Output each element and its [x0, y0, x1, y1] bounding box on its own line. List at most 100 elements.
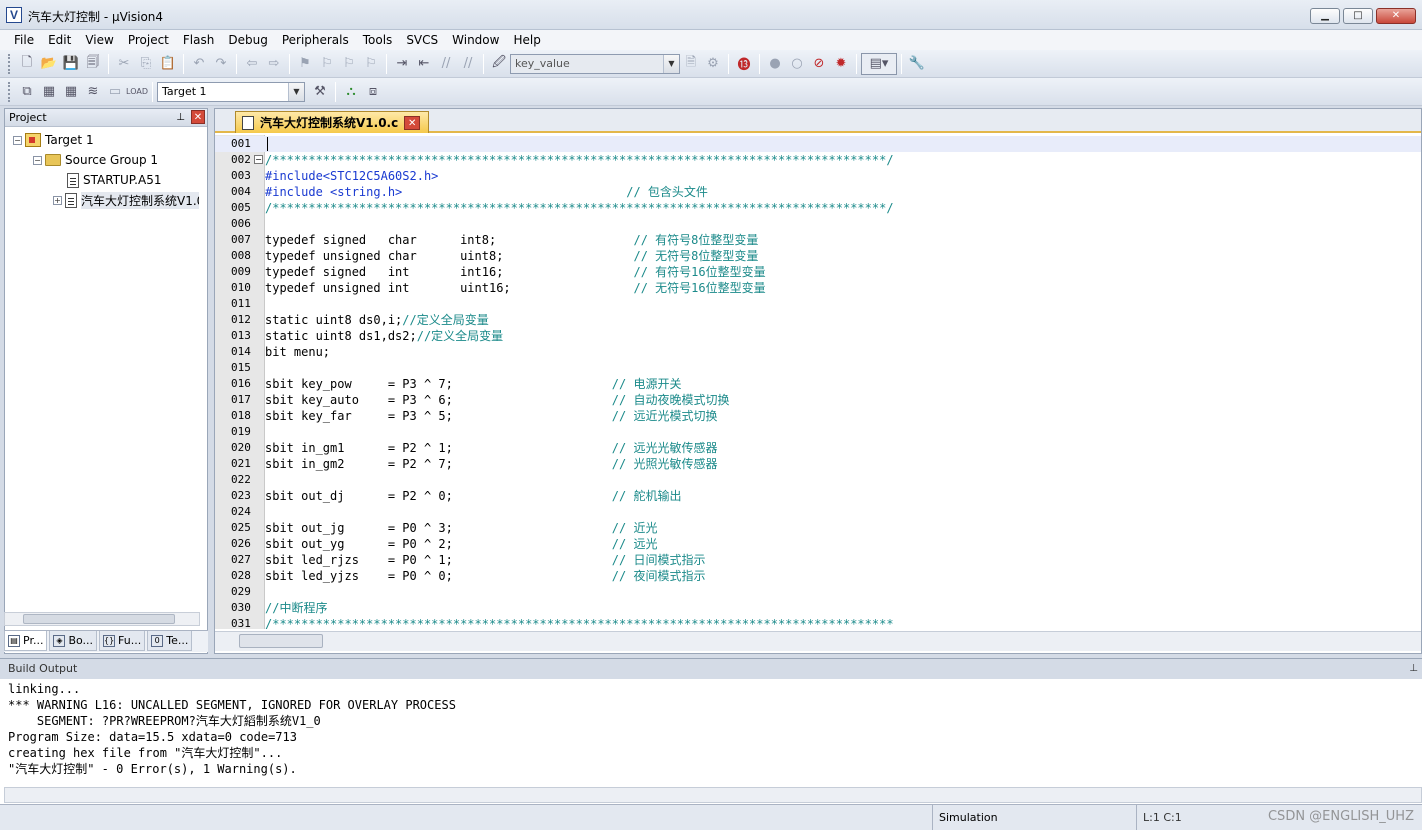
- stop-build-icon[interactable]: ▭: [104, 81, 126, 103]
- tree-file-main[interactable]: + 汽车大灯控制系统V1.0: [53, 191, 199, 209]
- translate-icon[interactable]: ⧉: [16, 81, 38, 103]
- build-output-hscrollbar[interactable]: [4, 787, 1422, 803]
- toolbar-grip[interactable]: [8, 53, 12, 74]
- code-line[interactable]: 026 sbit out_yg = P0 ^ 2; // 远光: [215, 536, 1421, 552]
- menu-project[interactable]: Project: [121, 31, 176, 49]
- batch-build-icon[interactable]: ≋: [82, 81, 104, 103]
- new-file-icon[interactable]: 🗋: [16, 53, 38, 75]
- code-line[interactable]: 004 #include <string.h> // 包含头文件: [215, 184, 1421, 200]
- menu-tools[interactable]: Tools: [356, 31, 400, 49]
- pin-icon[interactable]: ⊥: [176, 109, 185, 126]
- indent-icon[interactable]: ⇥: [391, 53, 413, 75]
- breakpoint-disable-all-icon[interactable]: ⊘: [808, 53, 830, 75]
- manage-components-icon[interactable]: ⛬: [340, 81, 362, 103]
- tab-functions[interactable]: {} Fu...: [99, 631, 146, 651]
- tree-file-startup[interactable]: STARTUP.A51: [67, 171, 161, 189]
- start-debug-icon[interactable]: ⓭: [733, 53, 755, 75]
- code-line[interactable]: 024: [215, 504, 1421, 520]
- collapse-icon[interactable]: −: [33, 155, 42, 165]
- copy-icon[interactable]: ⎘: [135, 53, 157, 75]
- configure-wrench-icon[interactable]: 🔧: [906, 53, 928, 75]
- window-layout-icon[interactable]: ▤▾: [861, 52, 897, 75]
- menu-window[interactable]: Window: [445, 31, 506, 49]
- breakpoint-enable-icon[interactable]: ○: [786, 53, 808, 75]
- clear-bookmarks-icon[interactable]: ⚐: [360, 53, 382, 75]
- build-icon[interactable]: ▦: [38, 81, 60, 103]
- code-line[interactable]: 002 /************************************…: [215, 152, 1421, 168]
- menu-file[interactable]: File: [7, 31, 41, 49]
- code-line[interactable]: 007 typedef signed char int8; // 有符号8位整型变…: [215, 232, 1421, 248]
- breakpoint-kill-all-icon[interactable]: ✹: [830, 53, 852, 75]
- toolbar-grip[interactable]: [8, 81, 12, 102]
- code-line[interactable]: 018 sbit key_far = P3 ^ 5; // 远近光模式切换: [215, 408, 1421, 424]
- code-line[interactable]: 014 bit menu;: [215, 344, 1421, 360]
- chevron-down-icon[interactable]: ▼: [288, 82, 304, 101]
- code-line[interactable]: 012 static uint8 ds0,i;//定义全局变量: [215, 312, 1421, 328]
- menu-help[interactable]: Help: [506, 31, 547, 49]
- menu-view[interactable]: View: [78, 31, 120, 49]
- code-line[interactable]: 031 /************************************…: [215, 616, 1421, 629]
- nav-forward-icon[interactable]: ⇨: [263, 53, 285, 75]
- unindent-icon[interactable]: ⇤: [413, 53, 435, 75]
- code-line[interactable]: 017 sbit key_auto = P3 ^ 6; // 自动夜晚模式切换: [215, 392, 1421, 408]
- target-options-icon[interactable]: ⚒: [309, 81, 331, 103]
- code-area[interactable]: 001 002 /*********************************…: [215, 135, 1421, 629]
- menu-svcs[interactable]: SVCS: [399, 31, 445, 49]
- code-line[interactable]: 020 sbit in_gm1 = P2 ^ 1; // 远光光敏传感器: [215, 440, 1421, 456]
- code-line[interactable]: 022: [215, 472, 1421, 488]
- scroll-thumb[interactable]: [239, 634, 323, 648]
- code-line[interactable]: 028 sbit led_yjzs = P0 ^ 0; // 夜间模式指示: [215, 568, 1421, 584]
- expand-icon[interactable]: +: [53, 195, 62, 205]
- chevron-down-icon[interactable]: ▼: [663, 54, 679, 73]
- menu-edit[interactable]: Edit: [41, 31, 78, 49]
- close-window-button[interactable]: ✕: [1376, 8, 1416, 24]
- next-bookmark-icon[interactable]: ⚐: [338, 53, 360, 75]
- find-combo[interactable]: key_value ▼: [510, 53, 680, 74]
- code-line[interactable]: 008 typedef unsigned char uint8; // 无符号8位…: [215, 248, 1421, 264]
- editor-file-tab[interactable]: 汽车大灯控制系统V1.0.c ✕: [235, 111, 430, 133]
- save-all-icon[interactable]: 🗐: [82, 53, 104, 75]
- code-line[interactable]: 006: [215, 216, 1421, 232]
- close-tab-button[interactable]: ✕: [404, 115, 421, 130]
- prev-bookmark-icon[interactable]: ⚐: [316, 53, 338, 75]
- code-line[interactable]: 016 sbit key_pow = P3 ^ 7; // 电源开关: [215, 376, 1421, 392]
- rebuild-icon[interactable]: ▦: [60, 81, 82, 103]
- code-line[interactable]: 019: [215, 424, 1421, 440]
- close-panel-button[interactable]: ✕: [191, 110, 205, 124]
- code-line[interactable]: 009 typedef signed int int16; // 有符号16位整型…: [215, 264, 1421, 280]
- menu-flash[interactable]: Flash: [176, 31, 221, 49]
- code-line[interactable]: 015: [215, 360, 1421, 376]
- comment-icon[interactable]: //: [435, 53, 457, 75]
- code-line[interactable]: 030 //中断程序: [215, 600, 1421, 616]
- code-line[interactable]: 005 /************************************…: [215, 200, 1421, 216]
- code-line[interactable]: 027 sbit led_rjzs = P0 ^ 1; // 日间模式指示: [215, 552, 1421, 568]
- scroll-thumb[interactable]: [23, 614, 175, 624]
- cut-icon[interactable]: ✂: [113, 53, 135, 75]
- save-icon[interactable]: 💾: [60, 53, 82, 75]
- select-packs-icon[interactable]: ⧈: [362, 81, 384, 103]
- breakpoint-insert-icon[interactable]: ●: [764, 53, 786, 75]
- incremental-find-icon[interactable]: ⚙: [702, 53, 724, 75]
- menu-peripherals[interactable]: Peripherals: [275, 31, 356, 49]
- code-line[interactable]: 025 sbit out_jg = P0 ^ 3; // 近光: [215, 520, 1421, 536]
- pin-icon[interactable]: ⊥: [1409, 659, 1418, 678]
- tab-books[interactable]: ◈ Bo...: [49, 631, 98, 651]
- uncomment-icon[interactable]: //: [457, 53, 479, 75]
- target-select[interactable]: Target 1 ▼: [157, 81, 305, 102]
- fold-toggle-icon[interactable]: −: [254, 155, 263, 164]
- tree-group[interactable]: − Source Group 1: [33, 151, 158, 169]
- nav-back-icon[interactable]: ⇦: [241, 53, 263, 75]
- editor-hscrollbar[interactable]: [215, 631, 1421, 651]
- collapse-icon[interactable]: −: [13, 135, 22, 145]
- tab-project[interactable]: ▤ Pr...: [4, 631, 48, 651]
- code-line[interactable]: 013 static uint8 ds1,ds2;//定义全局变量: [215, 328, 1421, 344]
- project-hscrollbar[interactable]: [4, 612, 200, 626]
- code-line[interactable]: 003 #include<STC12C5A60S2.h>: [215, 168, 1421, 184]
- undo-icon[interactable]: ↶: [188, 53, 210, 75]
- code-line[interactable]: 011: [215, 296, 1421, 312]
- bookmark-icon[interactable]: ⚑: [294, 53, 316, 75]
- find-icon[interactable]: 🖉: [488, 53, 510, 75]
- code-line[interactable]: 023 sbit out_dj = P2 ^ 0; // 舵机输出: [215, 488, 1421, 504]
- code-line[interactable]: 010 typedef unsigned int uint16; // 无符号16…: [215, 280, 1421, 296]
- download-icon[interactable]: LOAD: [126, 81, 148, 103]
